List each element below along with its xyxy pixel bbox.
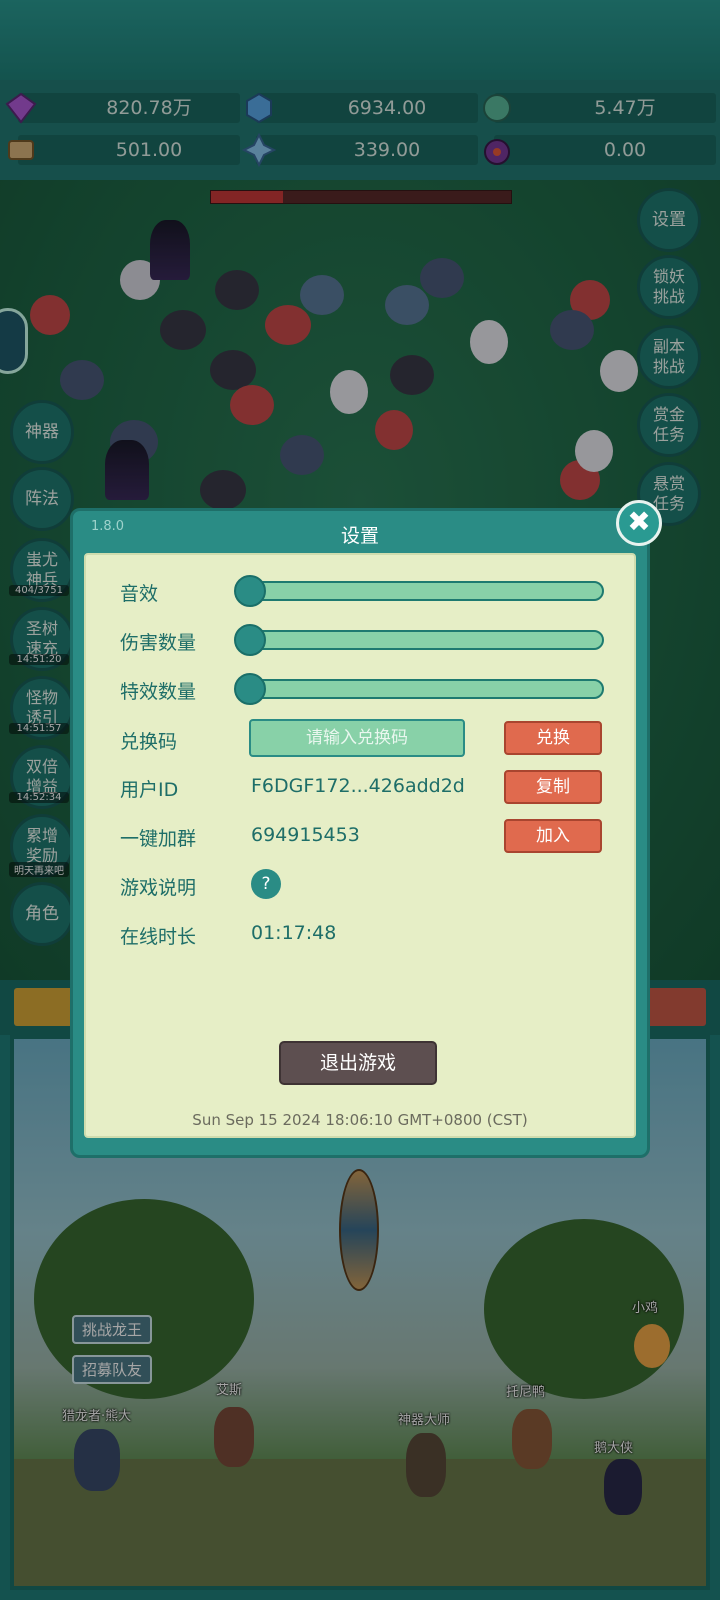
damage-count-slider[interactable] <box>234 624 604 656</box>
settings-dialog: 1.8.0 设置 音效 伤害数量 特效数量 兑换码 兑换 用户ID F6DGF1… <box>70 508 650 1158</box>
sound-slider[interactable] <box>234 575 604 607</box>
online-time-label: 在线时长 <box>120 926 197 948</box>
copy-button[interactable]: 复制 <box>504 770 602 804</box>
dialog-title: 设置 <box>340 525 379 547</box>
join-button[interactable]: 加入 <box>504 819 602 853</box>
settings-panel: 音效 伤害数量 特效数量 兑换码 兑换 用户ID F6DGF172...426a… <box>84 553 636 1138</box>
redeem-button[interactable]: 兑换 <box>504 721 602 755</box>
effects-count-label: 特效数量 <box>120 681 197 703</box>
quit-game-button[interactable]: 退出游戏 <box>279 1041 437 1085</box>
guide-label: 游戏说明 <box>120 877 197 899</box>
damage-count-label: 伤害数量 <box>120 632 197 654</box>
user-id-label: 用户ID <box>120 779 179 801</box>
join-group-label: 一键加群 <box>120 828 197 850</box>
close-icon[interactable]: ✖ <box>616 500 662 546</box>
redeem-label: 兑换码 <box>120 731 178 753</box>
group-number-value: 694915453 <box>251 824 360 846</box>
redeem-code-input[interactable] <box>249 719 465 757</box>
online-time-value: 01:17:48 <box>251 922 337 944</box>
slider-knob[interactable] <box>234 575 266 607</box>
user-id-value: F6DGF172...426add2d <box>251 775 465 797</box>
slider-knob[interactable] <box>234 673 266 705</box>
effects-count-slider[interactable] <box>234 673 604 705</box>
sound-label: 音效 <box>120 583 159 605</box>
help-icon[interactable]: ? <box>251 869 281 899</box>
slider-knob[interactable] <box>234 624 266 656</box>
timestamp-text: Sun Sep 15 2024 18:06:10 GMT+0800 (CST) <box>192 1111 528 1129</box>
